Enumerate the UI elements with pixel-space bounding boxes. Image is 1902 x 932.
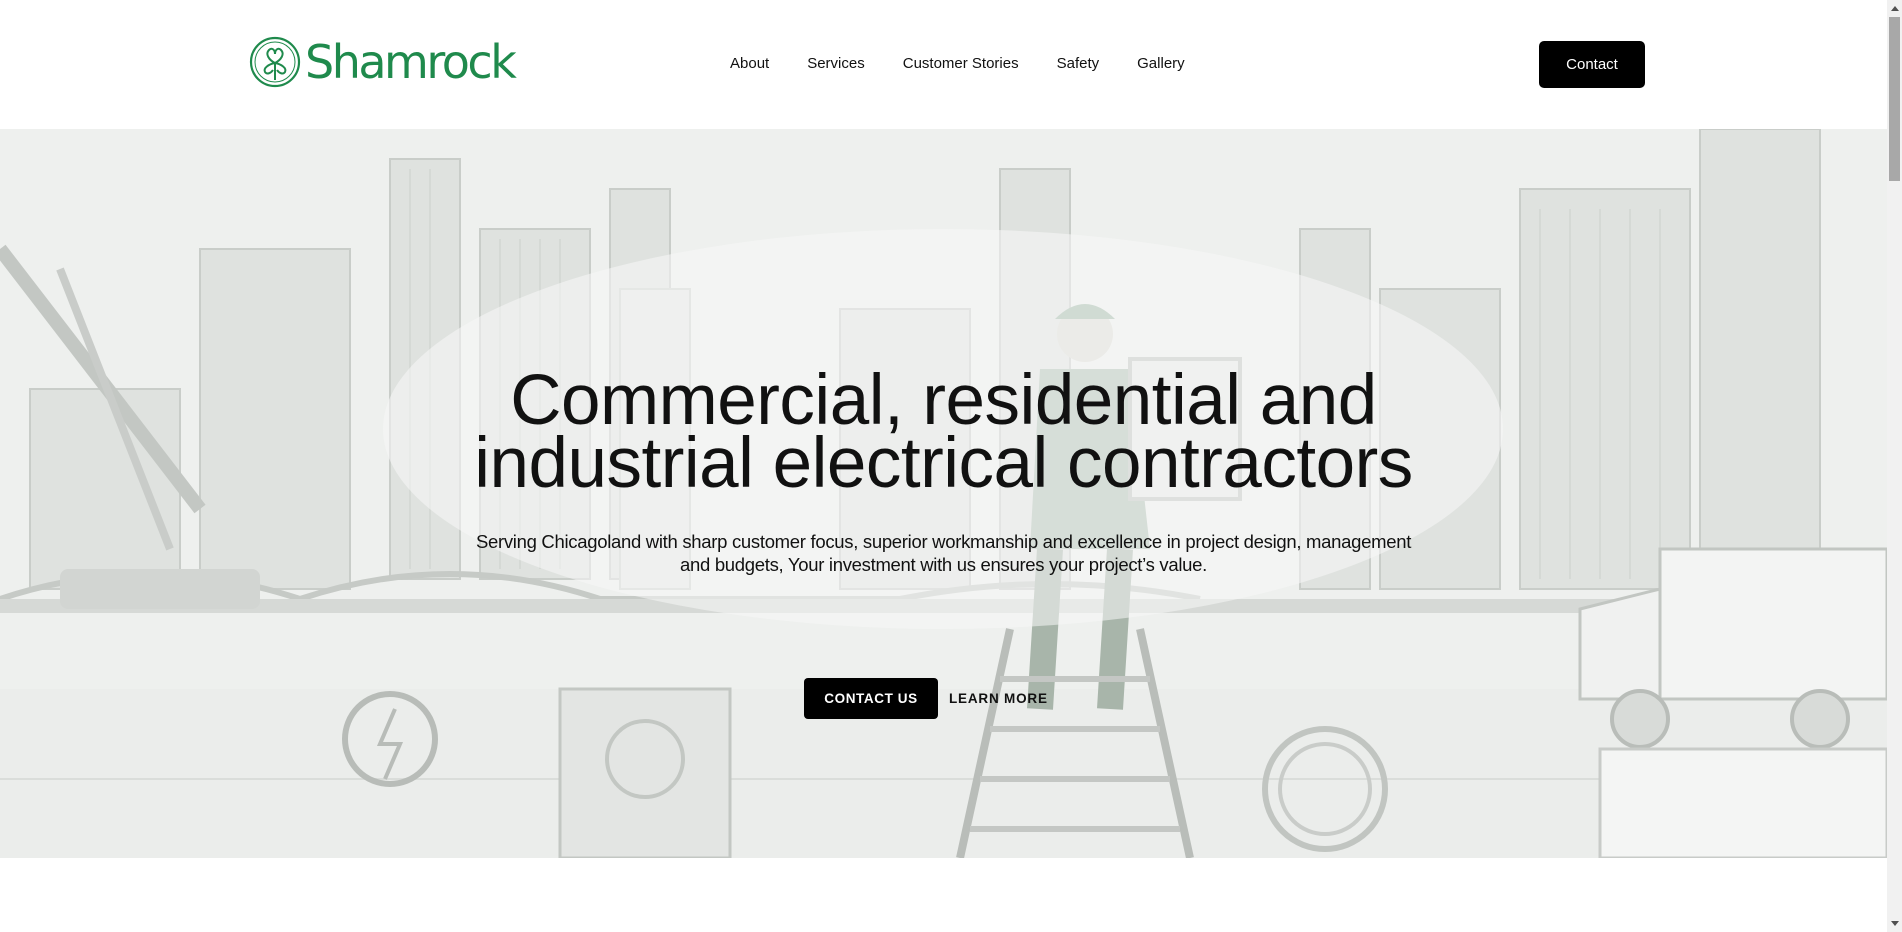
scrollbar-thumb[interactable] xyxy=(1889,17,1900,181)
scroll-down-arrow-icon[interactable] xyxy=(1887,915,1902,932)
learn-more-link[interactable]: LEARN MORE xyxy=(949,690,1048,708)
logo-wordmark: Shamrock xyxy=(305,35,517,89)
contact-button[interactable]: Contact xyxy=(1539,41,1645,88)
hero-title: Commercial, residential and industrial e… xyxy=(300,365,1587,499)
nav-item-customer-stories[interactable]: Customer Stories xyxy=(903,54,1019,74)
hero-subtitle: Serving Chicagoland with sharp customer … xyxy=(475,531,1412,575)
scroll-up-arrow-icon[interactable] xyxy=(1887,0,1902,17)
contact-us-button[interactable]: CONTACT US xyxy=(804,678,938,719)
page-scrollbar[interactable] xyxy=(1887,0,1902,932)
nav-item-safety[interactable]: Safety xyxy=(1057,54,1100,74)
hero-title-line-2: industrial electrical contractors xyxy=(474,424,1413,503)
main-nav: About Services Customer Stories Safety G… xyxy=(730,54,1223,74)
hero-section: Commercial, residential and industrial e… xyxy=(0,129,1887,858)
site-header: Shamrock About Services Customer Stories… xyxy=(0,0,1887,129)
shamrock-icon xyxy=(249,36,301,88)
nav-item-services[interactable]: Services xyxy=(807,54,865,74)
nav-item-about[interactable]: About xyxy=(730,54,769,74)
nav-item-gallery[interactable]: Gallery xyxy=(1137,54,1185,74)
logo-link[interactable]: Shamrock xyxy=(249,35,517,89)
